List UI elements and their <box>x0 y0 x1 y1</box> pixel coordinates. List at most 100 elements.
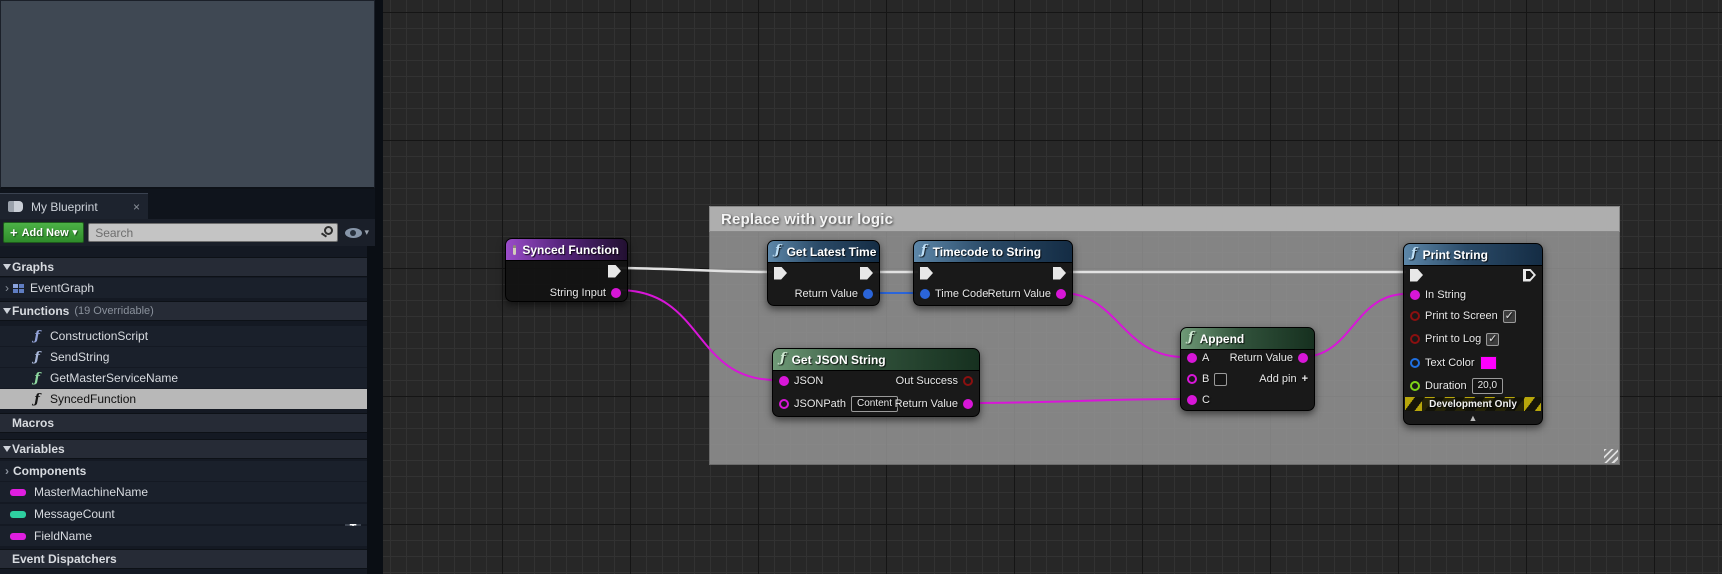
variable-type-pill-icon <box>10 511 26 518</box>
exec-out-pin[interactable] <box>860 267 873 280</box>
section-event-dispatchers[interactable]: Event Dispatchers + <box>0 549 367 569</box>
sidebar-item-eventgraph[interactable]: › EventGraph <box>0 278 367 298</box>
pin-label: C <box>1202 394 1210 406</box>
sidebar-item-syncedfunction[interactable]: ƒ SyncedFunction <box>0 389 367 409</box>
visibility-filter-button[interactable]: ▾ <box>342 227 372 238</box>
node-synced-function[interactable]: Synced Function String Input <box>505 238 628 302</box>
print-to-log-pin[interactable] <box>1410 334 1420 344</box>
print-to-screen-checkbox[interactable]: ✓ <box>1503 310 1516 323</box>
in-string-pin[interactable] <box>1410 290 1420 300</box>
add-pin-plus-icon: + <box>1302 373 1308 385</box>
add-new-label: Add New <box>22 227 69 239</box>
function-icon: ƒ <box>921 244 927 257</box>
plus-icon: + <box>10 225 18 240</box>
text-color-swatch[interactable] <box>1480 356 1497 370</box>
function-icon: ƒ <box>775 244 781 257</box>
node-append-header[interactable]: ƒ Append <box>1181 328 1314 350</box>
pin-label: Print to Screen <box>1425 310 1498 322</box>
pin-label: String Input <box>550 287 606 299</box>
item-label: GetMasterServiceName <box>50 371 178 385</box>
node-get-latest-time-header[interactable]: ƒ Get Latest Time <box>768 241 879 263</box>
node-timecode-to-string[interactable]: ƒ Timecode to String Time Code Return Va… <box>913 240 1073 306</box>
text-color-pin[interactable] <box>1410 358 1420 368</box>
blueprint-book-icon <box>8 201 23 212</box>
print-to-screen-pin[interactable] <box>1410 311 1420 321</box>
expander-chevron-icon[interactable]: › <box>5 281 9 295</box>
sidebar-item-getmasterservicename[interactable]: ƒ GetMasterServiceName <box>0 368 367 388</box>
append-b-value-field[interactable] <box>1214 373 1227 386</box>
return-value-pin[interactable] <box>1056 289 1066 299</box>
tab-close-icon[interactable]: × <box>133 201 140 213</box>
comment-resize-handle[interactable] <box>1604 449 1618 463</box>
search-box <box>88 223 338 242</box>
section-functions[interactable]: Functions (19 Overridable) + <box>0 301 367 321</box>
return-value-pin[interactable] <box>963 399 973 409</box>
exec-in-pin[interactable] <box>774 267 787 280</box>
string-input-pin[interactable] <box>611 288 621 298</box>
exec-in-pin[interactable] <box>1410 269 1423 282</box>
eye-icon <box>345 228 362 238</box>
tab-my-blueprint[interactable]: My Blueprint × <box>0 193 148 219</box>
function-icon: ƒ <box>30 350 44 365</box>
variable-type-pill-icon <box>10 533 26 540</box>
duration-value-field[interactable]: 20,0 <box>1472 378 1503 394</box>
section-components[interactable]: › Components <box>0 461 367 481</box>
out-success-pin[interactable] <box>963 376 973 386</box>
node-append[interactable]: ƒ Append A Return Value B + Add pin C <box>1180 327 1315 411</box>
add-new-button[interactable]: + Add New ▾ <box>3 222 84 243</box>
append-a-pin[interactable] <box>1187 353 1197 363</box>
function-icon: ƒ <box>1411 247 1417 260</box>
jsonpath-pin[interactable] <box>779 399 789 409</box>
node-get-json-string-header[interactable]: ƒ Get JSON String <box>773 349 979 371</box>
pin-label: Return Value <box>1230 352 1293 364</box>
collapse-triangle-icon[interactable] <box>3 308 11 314</box>
exec-out-pin[interactable] <box>1053 267 1066 280</box>
section-label: Graphs <box>12 260 54 274</box>
development-only-label: Development Only <box>1422 398 1524 411</box>
print-to-log-checkbox[interactable]: ✓ <box>1486 333 1499 346</box>
node-print-string[interactable]: ƒ Print String In String Print to Screen… <box>1403 243 1543 425</box>
node-timecode-to-string-header[interactable]: ƒ Timecode to String <box>914 241 1072 263</box>
sidebar-item-sendstring[interactable]: ƒ SendString <box>0 347 367 367</box>
collapse-triangle-icon[interactable] <box>3 446 11 452</box>
variable-row-messagecount[interactable]: MessageCount <box>0 504 367 524</box>
append-b-pin[interactable] <box>1187 374 1197 384</box>
node-get-json-string[interactable]: ƒ Get JSON String JSON Out Success JSONP… <box>772 348 980 417</box>
node-collapse-button[interactable]: ▲ <box>1404 413 1542 423</box>
node-title: Synced Function <box>522 243 619 257</box>
add-pin-button[interactable]: Add pin <box>1259 373 1296 385</box>
time-code-pin[interactable] <box>920 289 930 299</box>
pin-label: Return Value <box>988 288 1051 300</box>
return-value-pin[interactable] <box>1298 353 1308 363</box>
development-only-banner: Development Only <box>1405 397 1541 411</box>
jsonpath-value-field[interactable]: Content <box>851 396 898 412</box>
exec-in-pin[interactable] <box>920 267 933 280</box>
pin-label: Time Code <box>935 288 988 300</box>
item-label: EventGraph <box>30 281 94 295</box>
pin-label: Text Color <box>1425 357 1475 369</box>
node-print-string-header[interactable]: ƒ Print String <box>1404 244 1542 266</box>
return-value-pin[interactable] <box>863 289 873 299</box>
comment-header[interactable]: Replace with your logic <box>709 206 1620 232</box>
node-get-latest-time[interactable]: ƒ Get Latest Time Return Value <box>767 240 880 306</box>
json-pin[interactable] <box>779 376 789 386</box>
variable-row-mastermachinename[interactable]: MasterMachineName <box>0 482 367 502</box>
variable-row-fieldname[interactable]: FieldName <box>0 526 367 546</box>
details-panel-empty <box>0 0 375 189</box>
node-synced-function-header[interactable]: Synced Function <box>506 239 627 261</box>
exec-out-pin[interactable] <box>1523 269 1536 282</box>
sidebar-item-constructionscript[interactable]: ƒ ConstructionScript <box>0 326 367 346</box>
tab-bar: My Blueprint × <box>0 189 375 219</box>
expander-chevron-icon[interactable]: › <box>5 464 9 478</box>
section-macros[interactable]: Macros + <box>0 413 367 433</box>
exec-out-pin[interactable] <box>608 265 621 278</box>
collapse-triangle-icon[interactable] <box>3 264 11 270</box>
duration-pin[interactable] <box>1410 381 1420 391</box>
search-input[interactable] <box>88 223 338 242</box>
pin-label: Duration <box>1425 380 1467 392</box>
function-icon: ƒ <box>1188 331 1194 344</box>
section-graphs[interactable]: Graphs + <box>0 257 367 277</box>
append-c-pin[interactable] <box>1187 395 1197 405</box>
section-variables[interactable]: Variables + <box>0 439 367 459</box>
item-label: MessageCount <box>34 507 115 521</box>
